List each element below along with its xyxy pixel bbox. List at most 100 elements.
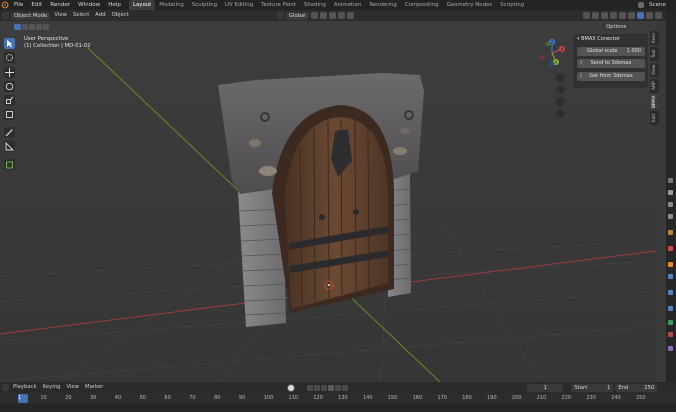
next-keyframe-icon[interactable] xyxy=(334,384,341,391)
start-frame-field[interactable]: Start 1 xyxy=(571,383,614,392)
jump-end-icon[interactable] xyxy=(341,384,348,391)
mode-selector[interactable]: Object Mode xyxy=(11,11,51,20)
add-cube-tool-icon[interactable] xyxy=(4,159,15,170)
record-icon[interactable] xyxy=(287,383,296,392)
scene-icon[interactable] xyxy=(637,2,644,8)
timeline-ruler[interactable]: 1 10 20 30 40 50 60 70 80 90 100 110 120 130 140 150 160… xyxy=(0,393,676,404)
menu-edit[interactable]: Edit xyxy=(27,0,46,10)
timeline-menu-marker[interactable]: Marker xyxy=(82,382,106,393)
shading-rendered-icon[interactable] xyxy=(646,12,653,19)
tab-geometry-nodes[interactable]: Geometry Nodes xyxy=(443,0,496,10)
annotate-tool-icon[interactable] xyxy=(4,127,15,138)
panel-header[interactable]: ▾ BMAX Conector xyxy=(577,35,645,43)
sidebar-tab-view[interactable]: View xyxy=(650,63,659,77)
select-mode-intersect-icon[interactable] xyxy=(43,24,49,30)
sidebar-tab-tool[interactable]: Tool xyxy=(650,47,659,61)
transform-orientation-selector[interactable]: Global xyxy=(285,11,309,20)
global-scale-field[interactable]: Global scale 1.000 xyxy=(577,47,645,56)
select-mode-subtract-icon[interactable] xyxy=(29,24,35,30)
particles-properties-icon[interactable] xyxy=(668,290,673,295)
constraints-properties-icon[interactable] xyxy=(668,320,673,325)
measure-tool-icon[interactable] xyxy=(4,141,15,152)
render-properties-icon[interactable] xyxy=(668,190,673,195)
overlay-toggle-icon[interactable] xyxy=(601,12,608,19)
select-mode-new-icon[interactable] xyxy=(14,24,21,30)
end-frame-field[interactable]: End 250 xyxy=(615,383,658,392)
tab-animation[interactable]: Animation xyxy=(330,0,365,10)
timeline-menu-keying[interactable]: Keying xyxy=(40,382,64,393)
data-properties-icon[interactable] xyxy=(668,332,673,337)
sidebar-tab-bmax[interactable]: BMAX xyxy=(650,95,659,109)
editor-type-icon[interactable] xyxy=(2,12,9,19)
tab-sculpting[interactable]: Sculpting xyxy=(188,0,221,10)
shading-material-icon[interactable] xyxy=(637,12,644,19)
header-menu-view[interactable]: View xyxy=(51,10,70,21)
menu-render[interactable]: Render xyxy=(46,0,74,10)
modifier-properties-icon[interactable] xyxy=(668,274,673,279)
timeline-menu-view[interactable]: View xyxy=(63,382,82,393)
snap-options-icon[interactable] xyxy=(328,12,336,19)
select-mode-invert-icon[interactable] xyxy=(36,24,42,30)
menu-help[interactable]: Help xyxy=(104,0,125,10)
sidebar-tab-edit[interactable]: Edit xyxy=(650,111,659,125)
options-dropdown[interactable]: Options xyxy=(603,23,630,31)
snap-icon[interactable] xyxy=(319,12,327,19)
scene-selector[interactable]: Scene xyxy=(645,0,676,10)
navigation-gizmo[interactable]: X Y Z xyxy=(536,37,568,69)
scene-properties-icon[interactable] xyxy=(668,230,673,235)
physics-properties-icon[interactable] xyxy=(668,306,673,311)
tab-uv-editing[interactable]: UV Editing xyxy=(221,0,257,10)
select-tool-icon[interactable] xyxy=(4,38,15,49)
tab-texture-paint[interactable]: Texture Paint xyxy=(257,0,300,10)
tab-compositing[interactable]: Compositing xyxy=(401,0,443,10)
blender-logo-icon[interactable] xyxy=(0,0,10,10)
cursor-tool-icon[interactable] xyxy=(4,52,15,63)
play-icon[interactable] xyxy=(327,384,334,391)
jump-start-icon[interactable] xyxy=(306,384,313,391)
tab-scripting[interactable]: Scripting xyxy=(496,0,528,10)
door-model[interactable] xyxy=(218,73,424,327)
pan-hand-icon[interactable] xyxy=(556,85,565,94)
timeline-track-area[interactable] xyxy=(0,404,676,412)
tab-layout[interactable]: Layout xyxy=(128,0,156,10)
pivot-icon[interactable] xyxy=(310,12,318,19)
zoom-icon[interactable] xyxy=(556,73,565,82)
proportional-edit-icon[interactable] xyxy=(337,12,345,19)
get-from-3dsmax-button[interactable]: ⇩ Get from 3dsmax xyxy=(577,72,645,81)
header-menu-add[interactable]: Add xyxy=(92,10,108,21)
header-menu-object[interactable]: Object xyxy=(109,10,132,21)
3d-viewport[interactable]: User Perspective (1) Collection | MD-01-… xyxy=(0,21,656,382)
prev-keyframe-icon[interactable] xyxy=(313,384,320,391)
rotate-tool-icon[interactable] xyxy=(4,81,15,92)
shading-wire-icon[interactable] xyxy=(619,12,626,19)
falloff-icon[interactable] xyxy=(346,12,354,19)
play-reverse-icon[interactable] xyxy=(320,384,327,391)
current-frame-field[interactable]: 1 xyxy=(527,383,564,392)
send-to-3dsmax-button[interactable]: ⇪ Send to 3dsmax xyxy=(577,59,645,68)
output-properties-icon[interactable] xyxy=(668,202,673,207)
menu-window[interactable]: Window xyxy=(74,0,104,10)
scale-tool-icon[interactable] xyxy=(4,95,15,106)
tab-rendering[interactable]: Rendering xyxy=(365,0,401,10)
visibility-icon[interactable] xyxy=(583,12,590,19)
header-menu-select[interactable]: Select xyxy=(70,10,92,21)
perspective-toggle-icon[interactable] xyxy=(556,109,565,118)
tool-properties-icon[interactable] xyxy=(668,178,673,183)
timeline-editor-type-icon[interactable] xyxy=(2,384,9,391)
gizmo-toggle-icon[interactable] xyxy=(592,12,599,19)
sidebar-tab-arp[interactable]: ARP xyxy=(650,79,659,93)
shading-options-icon[interactable] xyxy=(655,12,662,19)
object-properties-icon[interactable] xyxy=(668,262,673,267)
world-properties-icon[interactable] xyxy=(668,246,673,251)
transform-tool-icon[interactable] xyxy=(4,109,15,120)
view-layer-properties-icon[interactable] xyxy=(668,214,673,219)
sidebar-tab-item[interactable]: Item xyxy=(650,31,659,45)
xray-icon[interactable] xyxy=(610,12,617,19)
select-mode-extend-icon[interactable] xyxy=(22,24,28,30)
move-tool-icon[interactable] xyxy=(4,67,15,78)
menu-file[interactable]: File xyxy=(10,0,27,10)
camera-view-icon[interactable] xyxy=(556,97,565,106)
tab-modeling[interactable]: Modeling xyxy=(155,0,188,10)
collapse-chevron-icon[interactable]: ▾ xyxy=(577,36,580,42)
texture-properties-icon[interactable] xyxy=(668,346,673,351)
